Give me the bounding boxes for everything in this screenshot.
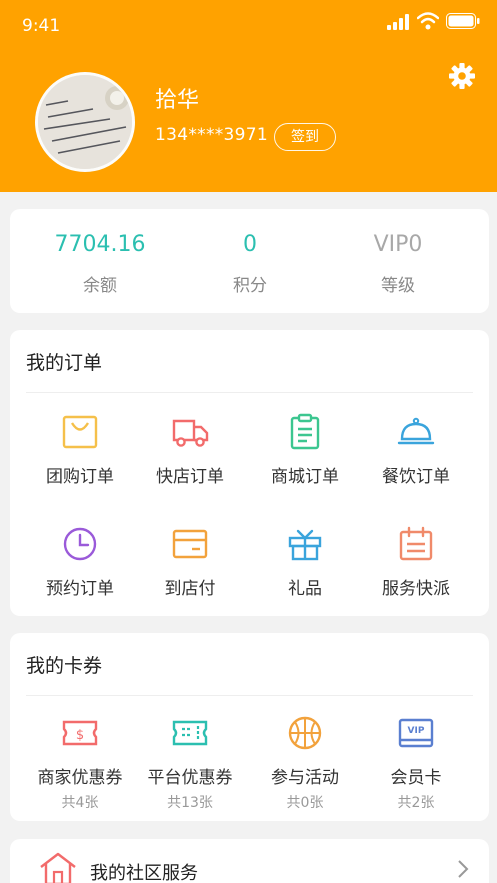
checkin-button[interactable]: 签到 (274, 123, 336, 151)
pay-in-store[interactable]: 到店付 (130, 524, 250, 599)
service-dispatch[interactable]: 服务快派 (356, 524, 476, 599)
clipboard-icon (290, 413, 320, 450)
service-dispatch-label: 服务快派 (382, 579, 450, 599)
avatar-image (38, 75, 132, 169)
calendar-icon (399, 526, 433, 561)
group-buy-orders[interactable]: 团购订单 (20, 412, 140, 487)
signal-icon (387, 14, 409, 30)
merchant-coupons[interactable]: $ 商家优惠券 共4张 (20, 713, 140, 812)
food-cloche-icon (397, 417, 435, 445)
membership-cards-count: 共2张 (397, 795, 435, 811)
activities[interactable]: 参与活动 共0张 (245, 713, 365, 812)
vip-card-icon: VIP (398, 718, 434, 748)
wifi-icon (417, 12, 439, 30)
points-value: 0 (243, 232, 257, 257)
gear-icon[interactable] (448, 62, 476, 90)
clock-icon (63, 527, 97, 561)
card-icon (172, 529, 208, 559)
orders-section-title: 我的订单 (26, 352, 103, 374)
quick-shop-orders[interactable]: 快店订单 (130, 412, 250, 487)
balance-label: 余额 (83, 276, 117, 296)
pay-in-store-label: 到店付 (164, 579, 216, 599)
reservation-orders[interactable]: 预约订单 (20, 524, 140, 599)
svg-text:VIP: VIP (408, 726, 425, 736)
platform-coupon-icon (172, 720, 208, 746)
level-label: 等级 (381, 276, 415, 296)
chevron-right-icon (458, 860, 469, 878)
battery-icon (446, 13, 480, 29)
status-bar: 9:41 (0, 0, 497, 52)
points-stat[interactable]: 0 积分 (170, 209, 330, 313)
gift-icon (288, 529, 322, 561)
account-stats-card: 7704.16 余额 0 积分 VIP0 等级 (10, 209, 489, 313)
gifts[interactable]: 礼品 (245, 524, 365, 599)
user-name: 拾华 (155, 88, 200, 113)
merchant-coupon-icon: $ (62, 720, 98, 746)
truck-icon (172, 419, 209, 447)
level-stat[interactable]: VIP0 等级 (318, 209, 478, 313)
group-buy-orders-label: 团购订单 (46, 467, 114, 487)
profile-header: 9:41 拾华 134****3971 签到 (0, 0, 497, 192)
mall-orders-label: 商城订单 (271, 467, 339, 487)
balance-value: 7704.16 (54, 232, 146, 257)
membership-cards-label: 会员卡 (390, 768, 442, 788)
svg-text:$: $ (76, 728, 84, 743)
divider (26, 392, 473, 393)
mall-orders[interactable]: 商城订单 (245, 412, 365, 487)
basketball-icon (288, 716, 322, 750)
quick-shop-orders-label: 快店订单 (156, 467, 224, 487)
platform-coupons-label: 平台优惠券 (147, 768, 233, 788)
activities-count: 共0张 (286, 795, 324, 811)
avatar[interactable] (35, 72, 135, 172)
status-time: 9:41 (22, 16, 61, 36)
coupons-section-title: 我的卡券 (26, 655, 103, 677)
level-value: VIP0 (373, 232, 423, 257)
platform-coupons-count: 共13张 (167, 795, 213, 811)
membership-cards[interactable]: VIP 会员卡 共2张 (356, 713, 476, 812)
activities-label: 参与活动 (271, 768, 339, 788)
gifts-label: 礼品 (288, 579, 322, 599)
user-phone: 134****3971 (155, 125, 269, 145)
platform-coupons[interactable]: 平台优惠券 共13张 (130, 713, 250, 812)
reservation-orders-label: 预约订单 (46, 579, 114, 599)
merchant-coupons-count: 共4张 (61, 795, 99, 811)
points-label: 积分 (233, 276, 267, 296)
shopping-bag-icon (62, 415, 98, 449)
house-icon (40, 852, 76, 883)
my-orders-card: 我的订单 团购订单 快店订单 商城订单 餐饮订单 预约订单 到店付 礼品 服务快… (10, 330, 489, 616)
my-coupons-card: 我的卡券 $ 商家优惠券 共4张 平台优惠券 共13张 参与活动 共0张 VIP (10, 633, 489, 821)
divider (26, 695, 473, 696)
dining-orders-label: 餐饮订单 (382, 467, 450, 487)
dining-orders[interactable]: 餐饮订单 (356, 412, 476, 487)
community-service-row[interactable]: 我的社区服务 (10, 839, 489, 883)
merchant-coupons-label: 商家优惠券 (37, 768, 123, 788)
community-service-label: 我的社区服务 (90, 863, 198, 883)
balance-stat[interactable]: 7704.16 余额 (20, 209, 180, 313)
